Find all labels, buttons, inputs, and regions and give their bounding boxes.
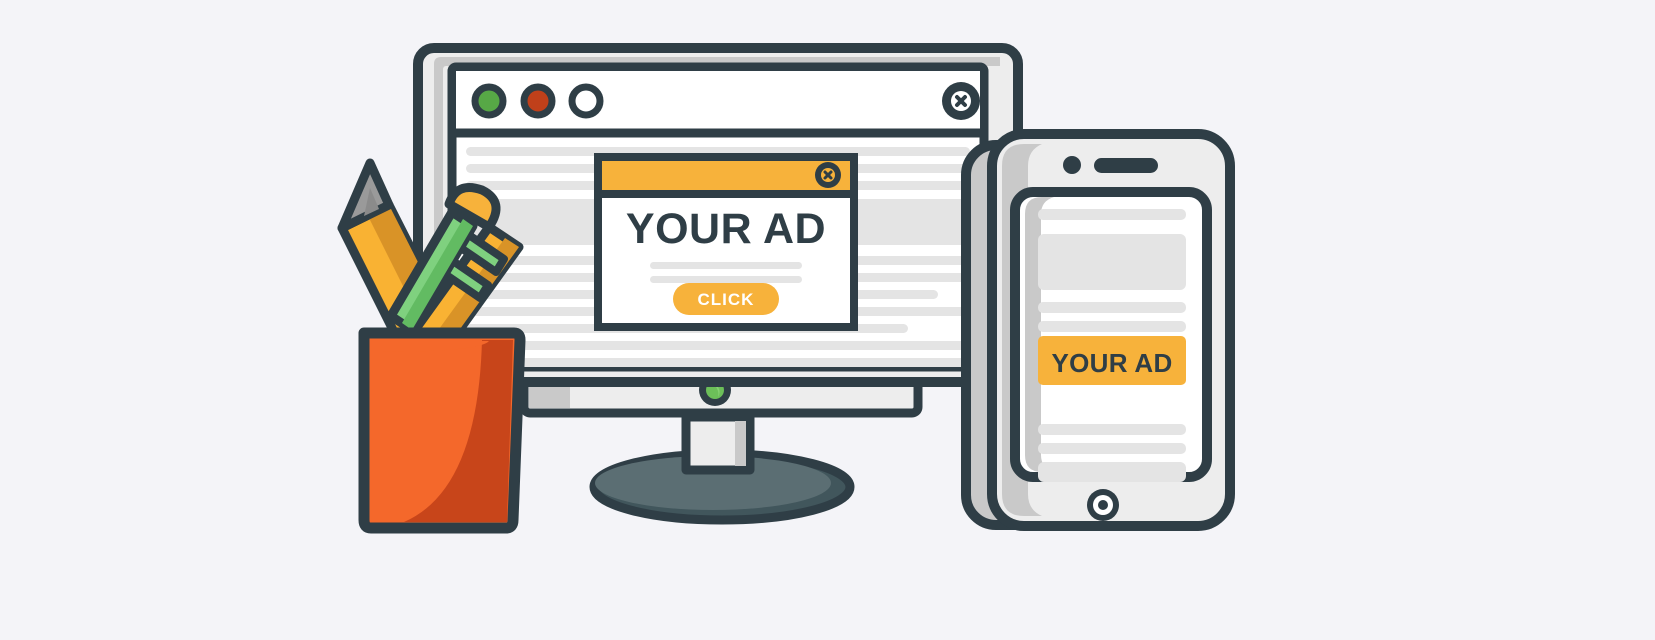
traffic-light-red[interactable] <box>520 83 556 119</box>
mobile-phone: YOUR AD <box>961 129 1235 531</box>
popup-cta-button[interactable]: CLICK <box>673 283 779 315</box>
illustration-canvas: YOUR AD CLICK YOUR AD <box>0 0 1655 640</box>
close-icon <box>955 95 967 107</box>
phone-home-button-inner <box>1098 500 1108 510</box>
phone-home-button[interactable] <box>1087 489 1119 521</box>
popup-ad-titlebar <box>602 161 850 194</box>
popup-ad-window[interactable]: YOUR AD CLICK <box>594 153 858 331</box>
mobile-ad-banner-label: YOUR AD <box>1051 348 1172 378</box>
browser-traffic-lights[interactable] <box>471 83 604 119</box>
popup-cta-label: CLICK <box>698 290 755 309</box>
popup-ad-headline: YOUR AD <box>626 205 826 253</box>
ad-illustration-svg: YOUR AD CLICK YOUR AD <box>0 0 1655 640</box>
mobile-ad-banner[interactable]: YOUR AD <box>1038 336 1186 385</box>
browser-close-button[interactable] <box>942 82 980 120</box>
monitor-stand-neck-shade <box>735 421 746 466</box>
traffic-light-white[interactable] <box>568 83 604 119</box>
popup-close-button[interactable] <box>815 162 841 188</box>
close-icon <box>823 170 833 180</box>
traffic-light-green[interactable] <box>471 83 507 119</box>
phone-speaker-icon <box>1094 158 1158 173</box>
phone-camera-icon <box>1063 156 1081 174</box>
